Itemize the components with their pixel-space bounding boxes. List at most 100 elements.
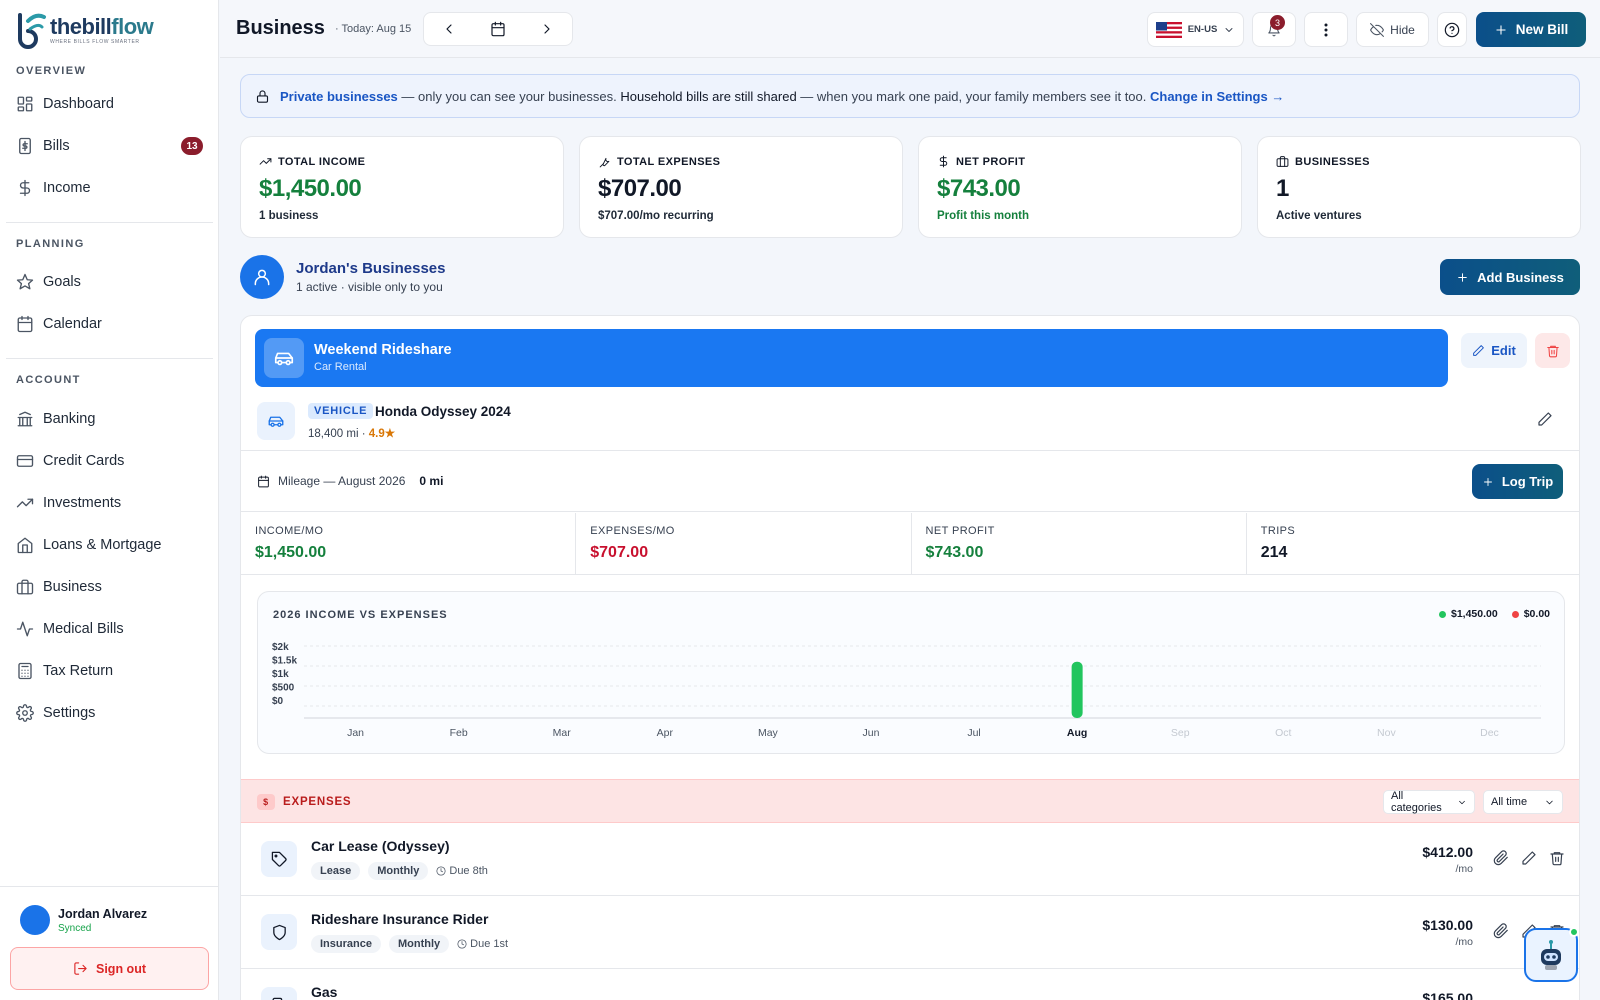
sidebar-item-income[interactable]: Income: [6, 170, 213, 206]
stat-label: NET PROFIT: [937, 155, 1025, 168]
us-flag-icon: [1155, 21, 1182, 38]
attach-button[interactable]: [1493, 923, 1509, 939]
amount-value: $412.00: [1422, 844, 1473, 860]
nav-section-planning: PLANNING: [16, 238, 85, 250]
x-tick-label: Jul: [967, 727, 980, 739]
delete-expense-button[interactable]: [1549, 850, 1565, 866]
more-options-button[interactable]: [1304, 12, 1348, 47]
plus-icon: [1496, 24, 1506, 35]
language-select[interactable]: EN-US: [1147, 12, 1244, 47]
page-title: Business: [236, 17, 325, 39]
car-icon: [268, 416, 284, 427]
expense-row[interactable]: Rideshare Insurance Rider Insurance Mont…: [241, 897, 1579, 969]
sidebar-item-credit-cards[interactable]: Credit Cards: [6, 443, 213, 479]
paperclip-icon: [1493, 850, 1508, 866]
business-type: Car Rental: [314, 361, 367, 373]
today-label: · Today: Aug 15: [335, 23, 412, 35]
expense-name: Rideshare Insurance Rider: [311, 911, 489, 927]
edit-business-button[interactable]: Edit: [1461, 333, 1527, 368]
dollar-icon: [19, 179, 31, 197]
delete-business-button[interactable]: [1535, 333, 1570, 368]
stat-label: TOTAL EXPENSES: [598, 155, 720, 168]
sidebar-item-medical-bills[interactable]: Medical Bills: [6, 611, 213, 647]
change-settings-link[interactable]: Change in Settings →: [1150, 89, 1284, 104]
vehicle-miles: 18,400 mi ·: [308, 428, 369, 440]
hide-button[interactable]: Hide: [1356, 12, 1429, 47]
sidebar-item-tax-return[interactable]: Tax Return: [6, 653, 213, 689]
vehicle-row: VEHICLE Honda Odyssey 2024 18,400 mi · 4…: [241, 391, 1579, 451]
clock-icon: [436, 866, 446, 876]
sign-out-button[interactable]: Sign out: [10, 947, 209, 990]
star-icon: [16, 273, 34, 290]
plus-icon: [1458, 272, 1467, 282]
notification-count-badge: 3: [1270, 15, 1285, 30]
logo[interactable]: thebillflow WHERE BILLS FLOW SMARTER: [12, 8, 154, 52]
stat-label: BUSINESSES: [1276, 155, 1370, 168]
assistant-bot-button[interactable]: [1524, 927, 1579, 982]
tag-icon: [271, 851, 287, 867]
amount-period: /mo: [1455, 936, 1473, 948]
expenses-title-text: EXPENSES: [283, 796, 352, 808]
chart-bar[interactable]: [1071, 661, 1083, 718]
metric-value: $707.00: [590, 544, 649, 561]
prev-button[interactable]: [434, 14, 464, 44]
metric-income: INCOME/MO $1,450.00: [241, 513, 577, 574]
shield-icon: [272, 924, 286, 940]
gear-icon: [16, 704, 34, 722]
sidebar-item-investments[interactable]: Investments: [6, 485, 213, 521]
sidebar-item-banking[interactable]: Banking: [6, 401, 213, 437]
stat-sub: Active ventures: [1276, 210, 1362, 222]
x-tick-label: Nov: [1377, 727, 1396, 739]
sidebar-item-settings[interactable]: Settings: [6, 695, 213, 731]
expense-chips: Lease Monthly Due 8th: [311, 862, 488, 880]
sign-out-label: Sign out: [96, 961, 146, 976]
notifications-button[interactable]: 3: [1252, 12, 1296, 47]
sidebar-divider: [6, 222, 213, 223]
chart-svg: $2k $1.5k $1k $500 $0 Jan Feb Mar Apr May Jun Jul Au…: [272, 642, 1541, 739]
sidebar-item-business[interactable]: Business: [6, 569, 213, 605]
more-vertical-icon: [1324, 23, 1328, 36]
expenses-icon: $: [257, 794, 275, 810]
business-header[interactable]: Weekend Rideshare Car Rental: [255, 329, 1448, 387]
x-tick-label: May: [758, 727, 779, 739]
edit-expense-button[interactable]: [1521, 850, 1537, 866]
stat-sub: $707.00/mo recurring: [598, 210, 714, 222]
expense-name: Gas: [311, 984, 338, 1000]
add-business-button[interactable]: Add Business: [1440, 259, 1580, 295]
expense-row[interactable]: Car Lease (Odyssey) Lease Monthly Due 8t…: [241, 824, 1579, 896]
sidebar-item-calendar[interactable]: Calendar: [6, 306, 213, 342]
sidebar-item-label: Loans & Mortgage: [43, 537, 162, 553]
time-filter-select[interactable]: All time: [1483, 790, 1563, 814]
wrench-icon: [599, 157, 610, 168]
x-tick-label: Jun: [862, 727, 879, 739]
expense-row[interactable]: Gas $165.00: [241, 970, 1579, 1000]
sidebar-item-label: Settings: [43, 705, 96, 721]
nav-section-account: ACCOUNT: [16, 374, 81, 386]
owner-name: Jordan's Businesses: [296, 260, 446, 277]
sidebar-item-bills[interactable]: Bills 13: [6, 128, 213, 164]
chevron-right-icon: [544, 24, 550, 34]
calendar-button[interactable]: [483, 14, 513, 44]
sidebar-item-dashboard[interactable]: Dashboard: [6, 86, 213, 122]
edit-vehicle-button[interactable]: [1537, 411, 1553, 427]
user-icon: [254, 269, 270, 286]
metric-label: TRIPS: [1260, 525, 1296, 537]
add-business-label: Add Business: [1477, 269, 1564, 285]
pencil-icon: [1522, 851, 1536, 865]
log-trip-button[interactable]: Log Trip: [1472, 464, 1563, 499]
help-button[interactable]: [1437, 12, 1467, 47]
business-metrics: INCOME/MO $1,450.00 EXPENSES/MO $707.00 …: [241, 513, 1579, 575]
sidebar-item-goals[interactable]: Goals: [6, 264, 213, 300]
sidebar-item-loans[interactable]: Loans & Mortgage: [6, 527, 213, 563]
sidebar-item-label: Credit Cards: [43, 453, 125, 469]
new-bill-button[interactable]: New Bill: [1476, 12, 1586, 47]
chevron-down-icon: [1225, 27, 1233, 32]
category-filter-select[interactable]: All categories: [1383, 790, 1475, 814]
next-button[interactable]: [532, 14, 562, 44]
avatar[interactable]: [20, 905, 50, 935]
metric-net-profit: NET PROFIT $743.00: [912, 513, 1247, 574]
amount-value: $130.00: [1422, 917, 1473, 933]
stat-value: $743.00: [937, 175, 1021, 202]
robot-icon: [1541, 940, 1561, 970]
attach-button[interactable]: [1493, 850, 1509, 866]
